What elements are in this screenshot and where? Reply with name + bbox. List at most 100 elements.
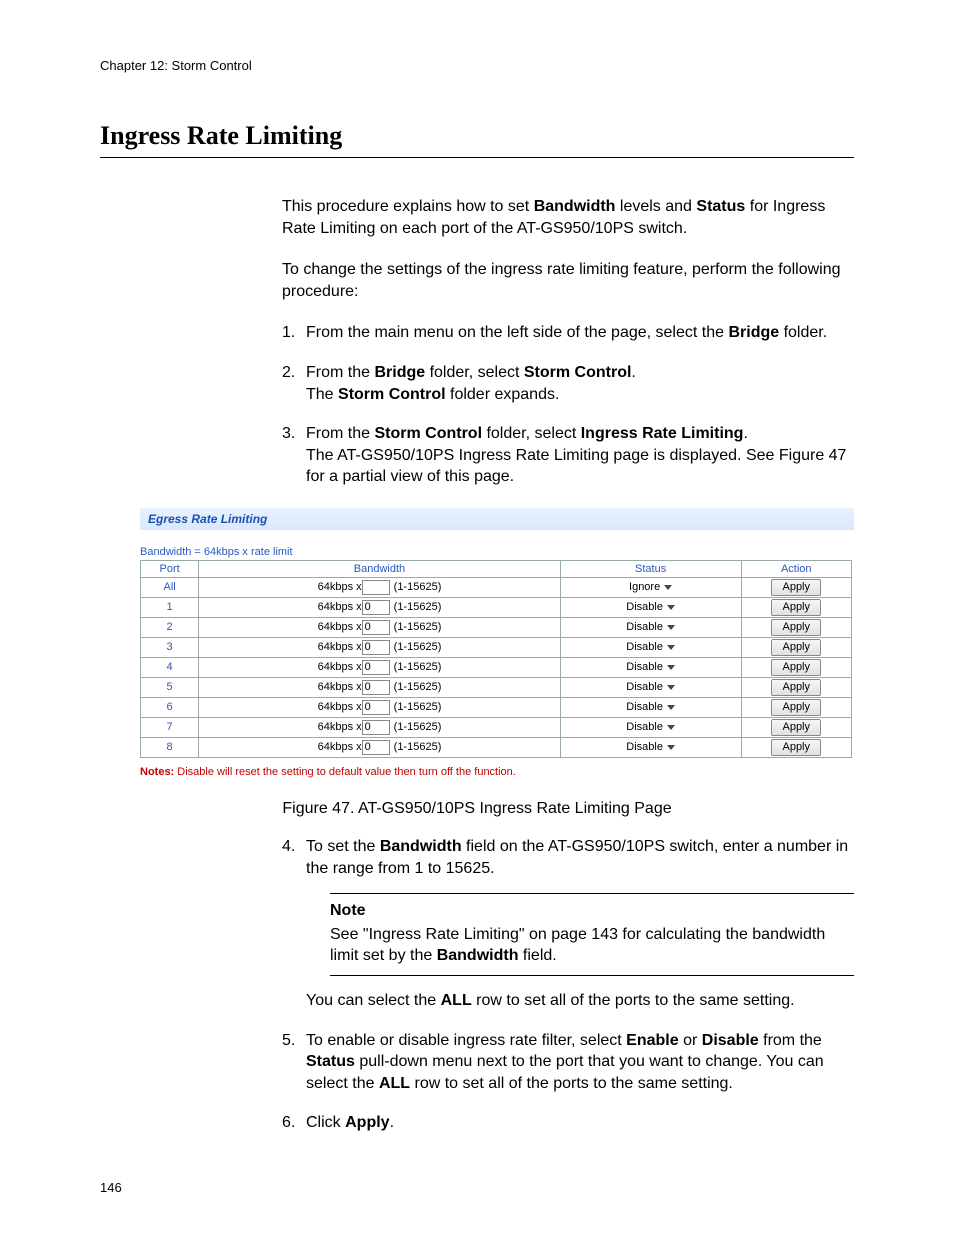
bandwidth-prefix: 64kbps x [318, 581, 362, 593]
figure-subcaption: Bandwidth = 64kbps x rate limit [140, 546, 854, 558]
section-title: Ingress Rate Limiting [100, 121, 854, 158]
bandwidth-input[interactable]: 0 [362, 640, 390, 655]
bandwidth-prefix: 64kbps x [318, 661, 362, 673]
action-cell: Apply [741, 617, 852, 637]
bandwidth-range: (1-15625) [394, 641, 442, 653]
apply-button[interactable]: Apply [771, 739, 821, 756]
chevron-down-icon [667, 665, 675, 670]
status-cell: Disable [560, 717, 741, 737]
text: You can select the [306, 992, 441, 1009]
figure-caption: Figure 47. AT-GS950/10PS Ingress Rate Li… [100, 800, 854, 818]
table-row: 664kbps x 0(1-15625)DisableApply [141, 697, 852, 717]
bandwidth-range: (1-15625) [394, 581, 442, 593]
status-dropdown[interactable]: Disable [626, 641, 675, 653]
list-item: 1. From the main menu on the left side o… [282, 322, 854, 344]
text: row to set all of the ports to the same … [472, 992, 795, 1009]
action-cell: Apply [741, 597, 852, 617]
after-note-text: You can select the ALL row to set all of… [306, 990, 854, 1012]
status-cell: Disable [560, 657, 741, 677]
status-dropdown[interactable]: Disable [626, 601, 675, 613]
list-text: From the main menu on the left side of t… [306, 322, 854, 344]
status-dropdown[interactable]: Disable [626, 741, 675, 753]
apply-button[interactable]: Apply [771, 619, 821, 636]
status-dropdown[interactable]: Disable [626, 681, 675, 693]
bandwidth-prefix: 64kbps x [318, 641, 362, 653]
text: . [631, 364, 635, 381]
text: . [390, 1114, 394, 1131]
bandwidth-range: (1-15625) [394, 701, 442, 713]
text-bold: Storm Control [338, 386, 446, 403]
list-item: 6. Click Apply. [282, 1112, 854, 1134]
port-cell: 8 [141, 737, 199, 757]
table-row: All64kbps x (1-15625)IgnoreApply [141, 577, 852, 597]
port-cell: 7 [141, 717, 199, 737]
list-item: 5. To enable or disable ingress rate fil… [282, 1030, 854, 1095]
bandwidth-range: (1-15625) [394, 721, 442, 733]
apply-button[interactable]: Apply [771, 659, 821, 676]
bandwidth-cell: 64kbps x 0 (1-15625) [199, 717, 561, 737]
col-header-port: Port [141, 560, 199, 577]
bandwidth-input[interactable]: 0 [362, 740, 390, 755]
status-label: Disable [626, 681, 663, 693]
text-bold: Bandwidth [534, 198, 616, 215]
bandwidth-prefix: 64kbps x [318, 721, 362, 733]
apply-button[interactable]: Apply [771, 599, 821, 616]
bandwidth-range: (1-15625) [394, 601, 442, 613]
list-number: 5. [282, 1030, 306, 1095]
text-bold: Enable [626, 1032, 678, 1049]
col-header-action: Action [741, 560, 852, 577]
apply-button[interactable]: Apply [771, 719, 821, 736]
apply-button[interactable]: Apply [771, 699, 821, 716]
text: . [743, 425, 747, 442]
apply-button[interactable]: Apply [771, 679, 821, 696]
text: or [679, 1032, 702, 1049]
text: The [306, 386, 338, 403]
apply-button[interactable]: Apply [771, 639, 821, 656]
text-bold: Status [306, 1053, 355, 1070]
status-cell: Disable [560, 637, 741, 657]
apply-button[interactable]: Apply [771, 579, 821, 596]
status-dropdown[interactable]: Disable [626, 721, 675, 733]
status-dropdown[interactable]: Disable [626, 701, 675, 713]
status-cell: Disable [560, 737, 741, 757]
port-cell: 3 [141, 637, 199, 657]
action-cell: Apply [741, 637, 852, 657]
list-text: To set the Bandwidth field on the AT-GS9… [306, 836, 854, 1012]
text-bold: Bandwidth [380, 838, 462, 855]
status-dropdown[interactable]: Disable [626, 661, 675, 673]
status-cell: Disable [560, 597, 741, 617]
text-bold: Disable [702, 1032, 759, 1049]
bandwidth-prefix: 64kbps x [318, 701, 362, 713]
bandwidth-input[interactable]: 0 [362, 720, 390, 735]
bandwidth-cell: 64kbps x 0 (1-15625) [199, 637, 561, 657]
intro-paragraph-1: This procedure explains how to set Bandw… [282, 196, 854, 239]
port-cell: 4 [141, 657, 199, 677]
bandwidth-input[interactable]: 0 [362, 620, 390, 635]
action-cell: Apply [741, 577, 852, 597]
status-dropdown[interactable]: Disable [626, 621, 675, 633]
table-row: 7 64kbps x 0 (1-15625) Disable Apply [141, 717, 852, 737]
bandwidth-prefix: 64kbps x [318, 601, 362, 613]
text-bold: ALL [441, 992, 472, 1009]
port-cell: 2 [141, 617, 199, 637]
bandwidth-prefix: 64kbps x [318, 621, 362, 633]
bandwidth-input[interactable]: 0 [362, 680, 390, 695]
chevron-down-icon [667, 625, 675, 630]
status-label: Disable [626, 621, 663, 633]
text: From the [306, 425, 374, 442]
bandwidth-input[interactable] [362, 580, 390, 595]
table-row: 464kbps x 0(1-15625)DisableApply [141, 657, 852, 677]
text-bold: Bandwidth [437, 947, 519, 964]
text: folder, select [425, 364, 524, 381]
bandwidth-input[interactable]: 0 [362, 600, 390, 615]
text: folder. [779, 324, 827, 341]
status-dropdown[interactable]: Ignore [629, 581, 672, 593]
bandwidth-input[interactable]: 0 [362, 660, 390, 675]
port-cell: 5 [141, 677, 199, 697]
chevron-down-icon [667, 645, 675, 650]
col-header-status: Status [560, 560, 741, 577]
figure-47: Egress Rate Limiting Bandwidth = 64kbps … [140, 508, 854, 778]
status-label: Disable [626, 701, 663, 713]
text: See "Ingress Rate Limiting" on page 143 … [330, 926, 825, 965]
bandwidth-input[interactable]: 0 [362, 700, 390, 715]
